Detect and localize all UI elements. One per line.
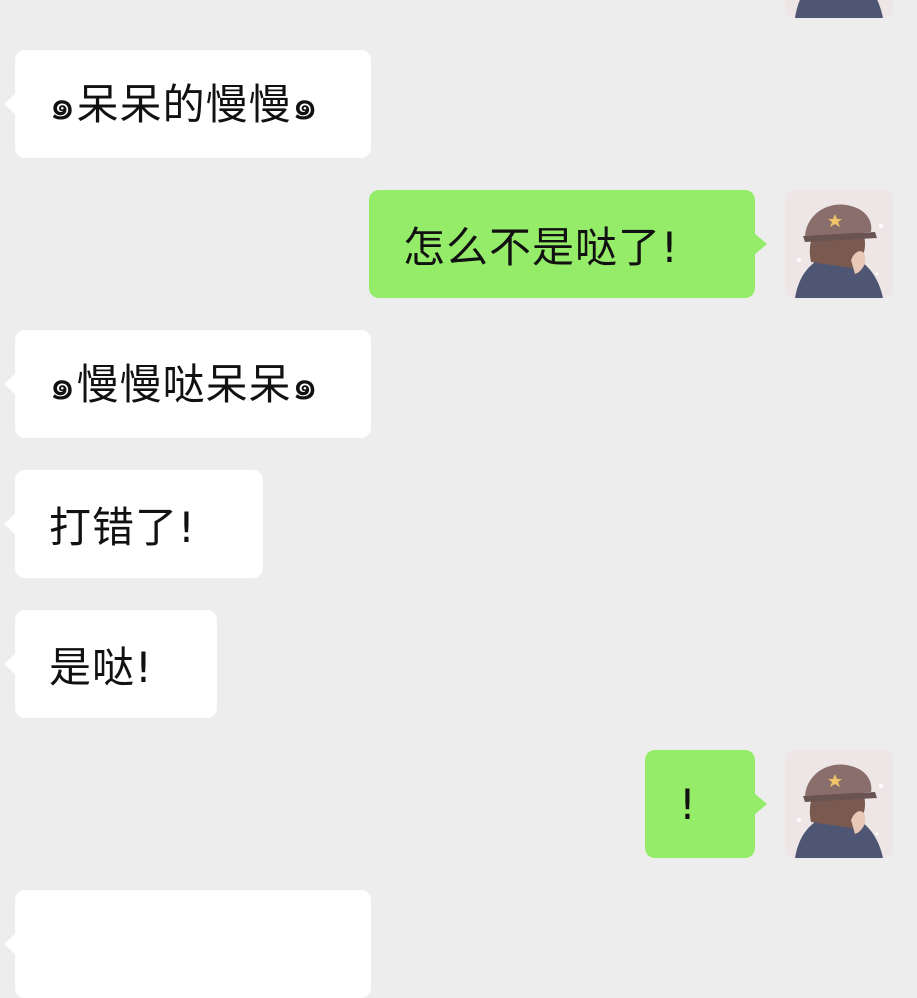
sender-avatar[interactable] — [785, 750, 893, 858]
message-text: 是哒! — [49, 642, 153, 692]
sender-avatar[interactable] — [785, 0, 893, 18]
message-text: ๑呆呆的慢慢๑ — [49, 79, 320, 129]
message-text: ! — [679, 779, 697, 829]
message-bubble-incoming[interactable]: 是哒! — [4, 610, 217, 718]
avatar-girl-cap-icon — [785, 750, 893, 858]
message-bubble-incoming[interactable]: ๑慢慢哒呆呆๑ — [4, 330, 371, 438]
avatar-girl-cap-icon — [785, 190, 893, 298]
avatar-girl-cap-icon — [785, 0, 893, 18]
message-text: 怎么不是哒了! — [403, 222, 679, 272]
message-bubble-outgoing[interactable]: 怎么不是哒了! — [369, 190, 767, 298]
message-bubble-incoming[interactable] — [4, 890, 371, 998]
chat-message-list[interactable]: ๑呆呆的慢慢๑ 怎么不是哒了! ๑慢慢哒呆呆๑ 打错了! 是哒! ! — [0, 0, 917, 998]
message-bubble-outgoing[interactable]: ! — [645, 750, 767, 858]
message-bubble-incoming[interactable]: 打错了! — [4, 470, 263, 578]
message-text: ๑慢慢哒呆呆๑ — [49, 359, 320, 409]
sender-avatar[interactable] — [785, 190, 893, 298]
message-bubble-incoming[interactable]: ๑呆呆的慢慢๑ — [4, 50, 371, 158]
message-text: 打错了! — [49, 502, 196, 552]
